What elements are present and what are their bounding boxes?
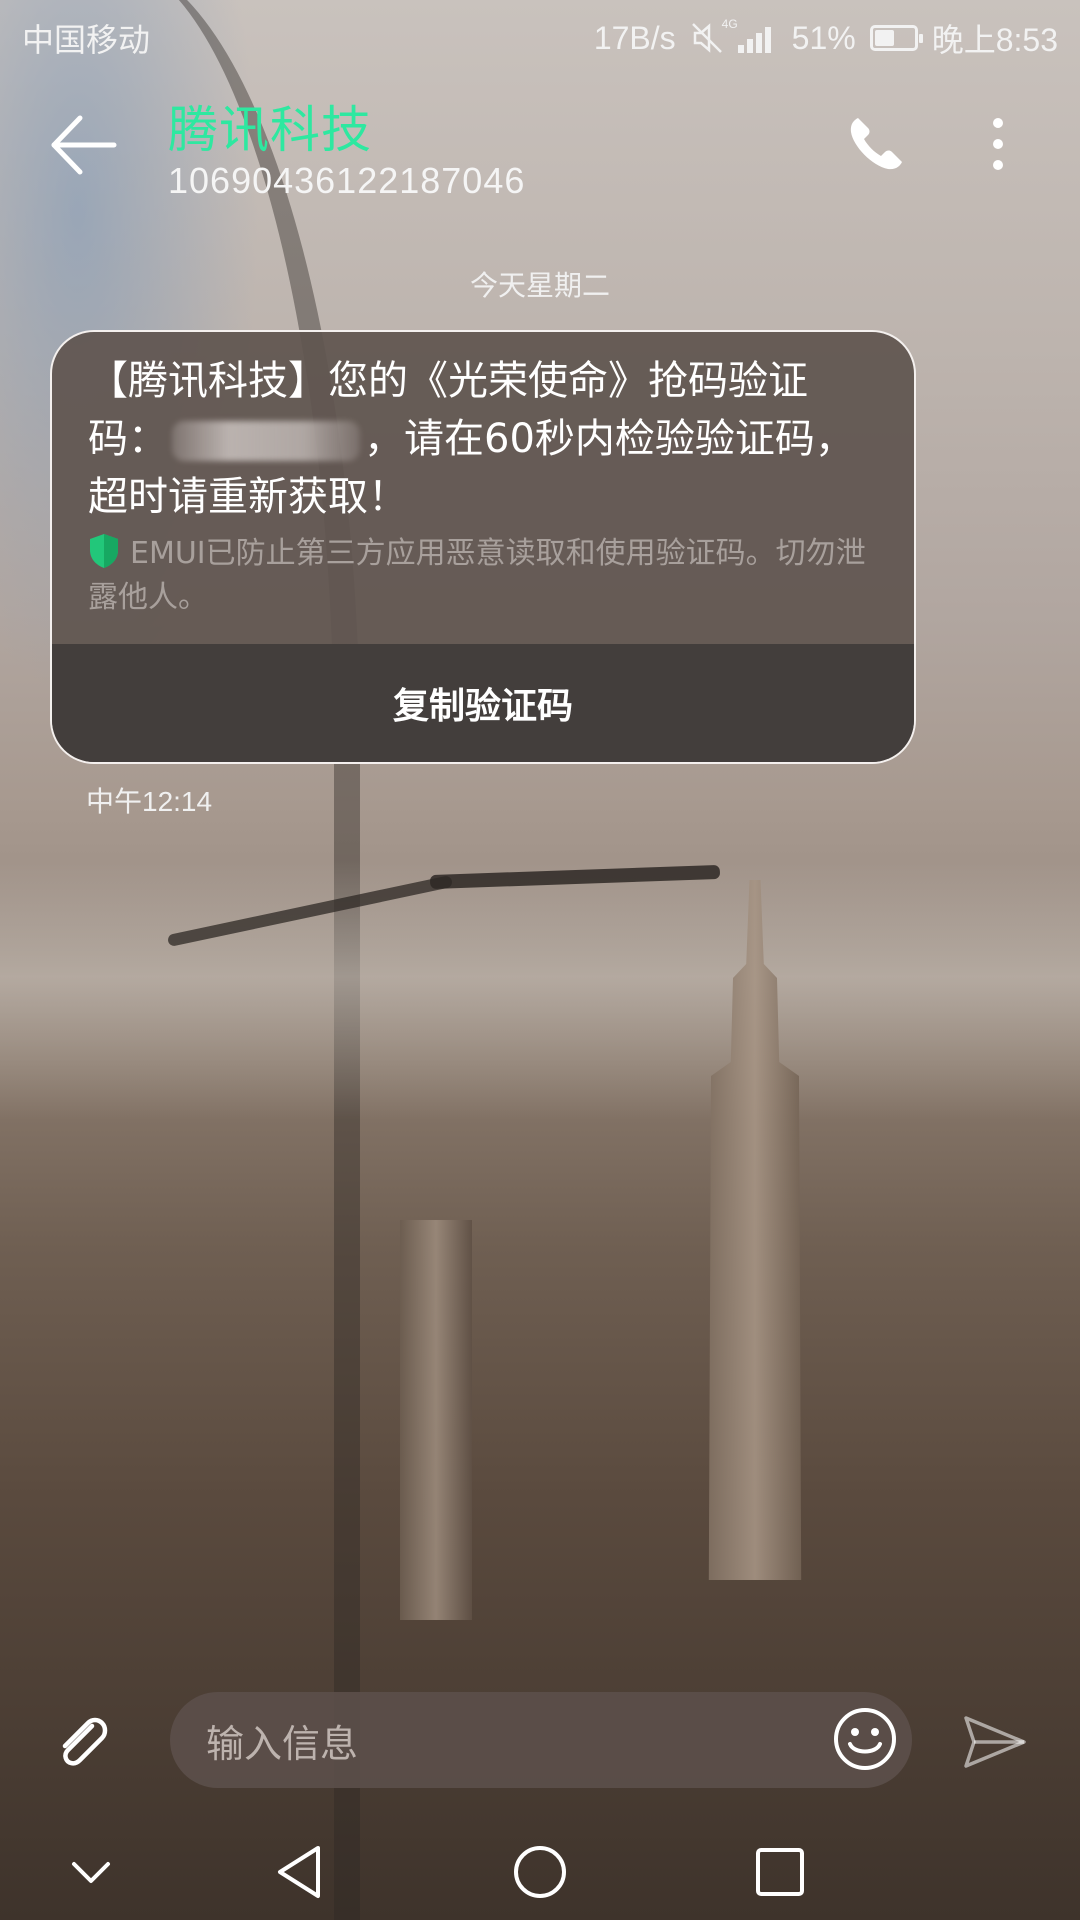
copy-code-button[interactable]: 复制验证码 [52, 644, 914, 762]
send-icon[interactable] [962, 1712, 1028, 1772]
contact-number: 10690436122187046 [168, 160, 526, 201]
arrow-left-icon[interactable] [46, 108, 120, 182]
message-bubble[interactable]: 【腾讯科技】您的《光荣使命》抢码验证码： ，请在60秒内检验验证码，超时请重新获取… [50, 330, 916, 764]
contact-name: 腾讯科技 [168, 101, 372, 159]
date-separator: 今天星期二 [469, 269, 610, 302]
security-notice-text: EMUI已防止第三方应用恶意读取和使用验证码。切勿泄露他人。 [88, 536, 866, 615]
clock: 晚上8:53 [931, 22, 1058, 58]
security-notice: EMUI已防止第三方应用恶意读取和使用验证码。切勿泄露他人。 [52, 526, 914, 620]
message-time: 中午12:14 [86, 786, 213, 817]
nav-back-triangle-icon[interactable] [272, 1842, 326, 1906]
signal-icon: 4G [722, 17, 778, 53]
smiley-icon[interactable] [832, 1706, 898, 1772]
battery-percent: 51% [791, 19, 856, 56]
paperclip-icon[interactable] [52, 1712, 114, 1774]
nav-recents-square-icon[interactable] [752, 1842, 808, 1906]
navigation-bar [0, 1830, 1080, 1920]
net-speed: 17B/s [593, 19, 676, 56]
status-bar: 中国移动 17B/s 4G 51% 晚上8:53 [0, 0, 1080, 76]
mute-icon [690, 21, 724, 55]
shield-icon [88, 533, 120, 569]
carrier-name: 中国移动 [22, 22, 151, 58]
message-input[interactable]: 输入信息 [170, 1692, 912, 1788]
chevron-down-icon[interactable] [66, 1854, 116, 1894]
message-input-placeholder: 输入信息 [206, 1721, 359, 1766]
blurred-verification-code [172, 421, 360, 461]
more-vertical-icon[interactable] [974, 112, 1022, 176]
battery-icon [869, 25, 923, 51]
phone-icon[interactable] [844, 112, 908, 176]
message-text[interactable]: 【腾讯科技】您的《光荣使命》抢码验证码： ，请在60秒内检验验证码，超时请重新获取… [52, 332, 914, 526]
conversation-header: 腾讯科技 10690436122187046 [0, 76, 1080, 216]
nav-home-circle-icon[interactable] [510, 1842, 570, 1906]
